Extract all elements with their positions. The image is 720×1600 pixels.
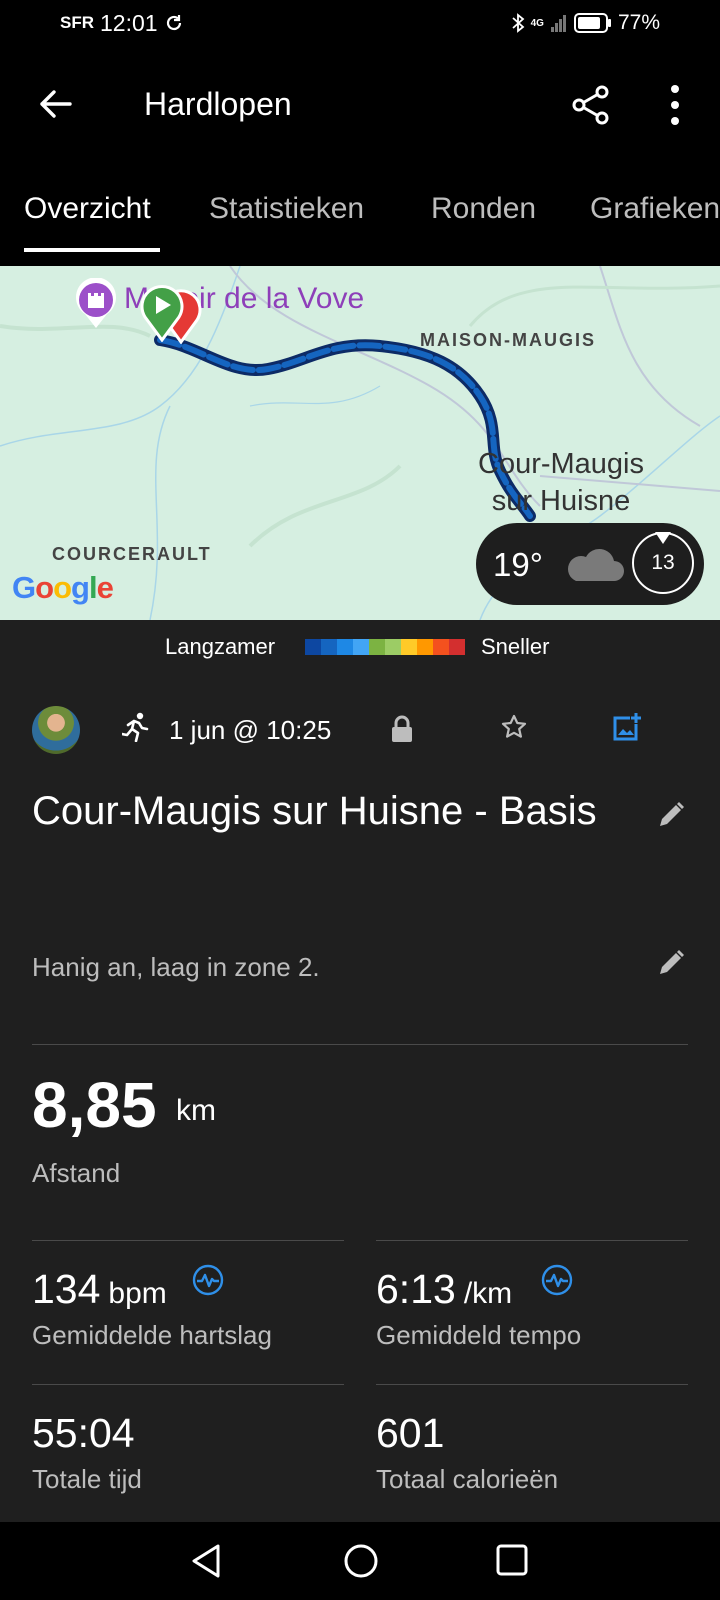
running-icon xyxy=(122,712,149,742)
add-photo-icon[interactable] xyxy=(610,712,642,744)
google-logo: Google xyxy=(12,570,114,605)
stat-unit: bpm xyxy=(108,1277,167,1310)
cloud-icon xyxy=(568,548,624,581)
system-nav-bar xyxy=(0,1522,720,1600)
carrier-label: SFR xyxy=(60,13,94,32)
wind-speed: 13 xyxy=(651,551,675,574)
sync-icon xyxy=(166,15,181,31)
stat-value: 601 xyxy=(376,1410,445,1456)
pace-color-swatch xyxy=(353,639,369,655)
nav-recent-apps-icon[interactable] xyxy=(494,1542,530,1578)
place-label-cour-maugis: Cour-Maugis sur Huisne xyxy=(478,446,644,520)
pace-color-swatch xyxy=(433,639,449,655)
activity-details: 1 jun @ 10:25 Cour-Maugis sur Huisne - B… xyxy=(0,674,720,1522)
wind-indicator: 13 xyxy=(632,532,694,594)
nav-back-icon[interactable] xyxy=(188,1542,224,1580)
arrow-left-icon[interactable] xyxy=(36,84,76,124)
wind-direction-icon xyxy=(655,532,671,544)
stat-unit: /km xyxy=(463,1277,513,1310)
start-marker-icon xyxy=(140,285,184,342)
clock: 12:01 xyxy=(100,9,158,36)
nav-home-icon[interactable] xyxy=(342,1542,380,1580)
stat-number: 134 xyxy=(32,1266,101,1312)
divider xyxy=(32,1044,688,1045)
pace-color-swatch xyxy=(321,639,337,655)
status-bar: SFR 12:01 4G 77% xyxy=(0,0,720,46)
share-icon[interactable] xyxy=(570,84,612,126)
pulse-icon[interactable] xyxy=(541,1264,573,1296)
page-title: Hardlopen xyxy=(144,86,292,122)
stat-value: 55:04 xyxy=(32,1410,135,1456)
pulse-icon[interactable] xyxy=(192,1264,224,1296)
pace-color-swatch xyxy=(401,639,417,655)
pace-color-swatch xyxy=(417,639,433,655)
pace-color-swatch xyxy=(449,639,465,655)
stat-total-calories[interactable]: 601 Totaal calorieën xyxy=(376,1384,686,1524)
place-label-maison-maugis: MAISON-MAUGIS xyxy=(420,330,596,350)
pace-color-swatch xyxy=(369,639,385,655)
tab-overview[interactable]: Overzicht xyxy=(24,192,151,226)
activity-title: Cour-Maugis sur Huisne - Basis xyxy=(32,789,597,833)
stat-label: Totale tijd xyxy=(32,1464,142,1494)
stat-avg-pace[interactable]: 6:13/km Gemiddeld tempo xyxy=(376,1240,686,1380)
avatar[interactable] xyxy=(32,706,80,754)
bluetooth-icon xyxy=(512,13,525,33)
town-label-line1: Cour-Maugis xyxy=(478,448,644,480)
castle-poi-icon[interactable] xyxy=(73,278,119,330)
tab-statistics[interactable]: Statistieken xyxy=(209,192,364,226)
stat-label: Gemiddeld tempo xyxy=(376,1320,582,1350)
tab-charts[interactable]: Grafieken xyxy=(590,192,720,226)
town-label-line2: sur Huisne xyxy=(491,485,631,517)
activity-description: Hanig an, laag in zone 2. xyxy=(32,952,320,982)
tab-laps[interactable]: Ronden xyxy=(431,192,536,226)
distance-value: 8,85 xyxy=(32,1069,157,1141)
signal-icon xyxy=(550,15,566,32)
distance-label: Afstand xyxy=(32,1158,121,1188)
battery-icon xyxy=(573,13,611,33)
stat-total-time[interactable]: 55:04 Totale tijd xyxy=(32,1384,342,1524)
pace-legend: Langzamer Sneller xyxy=(0,620,720,674)
stat-number: 6:13 xyxy=(376,1266,456,1312)
stat-value: 134 bpm xyxy=(32,1266,167,1313)
distance-unit: km xyxy=(176,1094,216,1127)
stat-label: Totaal calorieën xyxy=(376,1464,559,1494)
more-vertical-icon[interactable] xyxy=(660,82,690,128)
route-map[interactable]: Manoir de la Vove MAISON-MAUGIS Cour-Mau… xyxy=(0,266,720,620)
weather-temperature: 19° xyxy=(493,546,543,583)
lock-icon[interactable] xyxy=(390,714,414,744)
battery-percent: 77% xyxy=(617,11,660,34)
pace-color-swatch xyxy=(337,639,353,655)
stat-value: 6:13/km xyxy=(376,1266,512,1313)
pace-color-scale xyxy=(305,639,465,655)
edit-pencil-icon[interactable] xyxy=(656,800,686,830)
weather-chip[interactable]: 19° 13 xyxy=(476,523,704,605)
network-type-label: 4G xyxy=(530,17,544,29)
activity-meta-row: 1 jun @ 10:25 xyxy=(0,704,720,760)
legend-fast-label: Sneller xyxy=(481,634,550,659)
star-icon[interactable] xyxy=(500,713,528,741)
tab-bar: Overzicht Statistieken Ronden Grafieken xyxy=(0,172,720,254)
stat-avg-heart-rate[interactable]: 134 bpm Gemiddelde hartslag xyxy=(32,1240,342,1380)
pace-color-swatch xyxy=(385,639,401,655)
legend-slow-label: Langzamer xyxy=(165,634,276,659)
place-label-courcerault: COURCERAULT xyxy=(52,544,212,564)
activity-date: 1 jun @ 10:25 xyxy=(169,715,332,745)
app-bar: Hardlopen xyxy=(0,60,720,156)
pace-color-swatch xyxy=(305,639,321,655)
edit-pencil-icon[interactable] xyxy=(656,948,686,978)
stat-label: Gemiddelde hartslag xyxy=(32,1320,272,1350)
active-tab-indicator xyxy=(24,248,160,252)
